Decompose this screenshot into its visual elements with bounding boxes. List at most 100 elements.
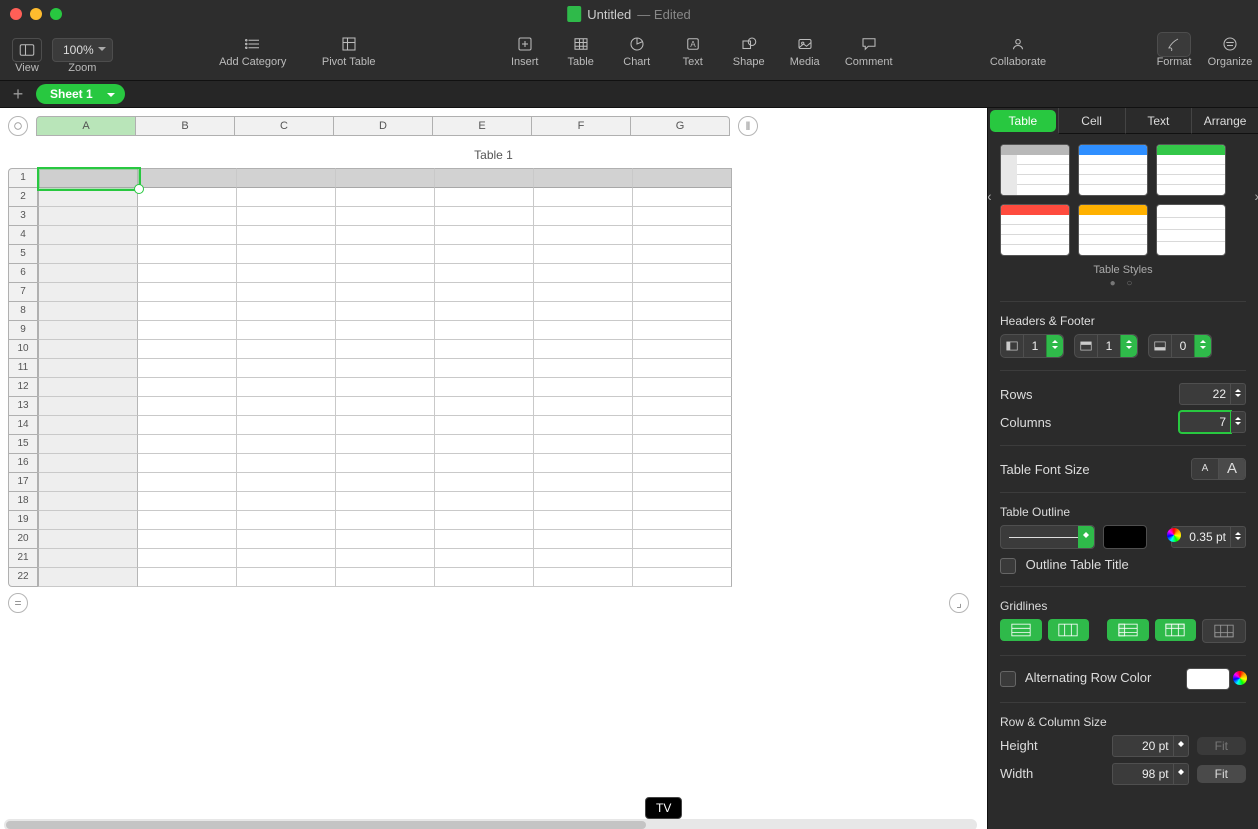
row-height-field[interactable] [1112, 735, 1189, 757]
cell-B15[interactable] [138, 435, 237, 454]
cell-E15[interactable] [435, 435, 534, 454]
resize-table-handle[interactable]: ⌟ [949, 593, 969, 613]
cell-B3[interactable] [138, 207, 237, 226]
row-header-12[interactable]: 12 [8, 377, 38, 396]
inspector-tab-table[interactable]: Table [990, 110, 1056, 132]
media-button[interactable]: Media [777, 32, 833, 68]
window-minimize-button[interactable] [30, 8, 42, 20]
cell-F2[interactable] [534, 188, 633, 207]
cell-A15[interactable] [38, 435, 138, 454]
cell-A7[interactable] [38, 283, 138, 302]
cell-A6[interactable] [38, 264, 138, 283]
cell-G2[interactable] [633, 188, 732, 207]
cell-E2[interactable] [435, 188, 534, 207]
collaborate-button[interactable]: Collaborate [970, 32, 1066, 68]
cell-D9[interactable] [336, 321, 435, 340]
cell-C1[interactable] [237, 168, 336, 188]
outline-color-swatch[interactable] [1103, 525, 1147, 549]
cell-A2[interactable] [38, 188, 138, 207]
cell-G12[interactable] [633, 378, 732, 397]
row-header-19[interactable]: 19 [8, 510, 38, 529]
cell-C15[interactable] [237, 435, 336, 454]
row-header-4[interactable]: 4 [8, 225, 38, 244]
font-size-larger[interactable]: A [1219, 459, 1245, 479]
table-style-gray[interactable] [1000, 144, 1070, 196]
horizontal-scrollbar-thumb[interactable] [6, 821, 646, 829]
cell-E7[interactable] [435, 283, 534, 302]
table-style-blue[interactable] [1078, 144, 1148, 196]
cell-F14[interactable] [534, 416, 633, 435]
cell-D17[interactable] [336, 473, 435, 492]
cell-A17[interactable] [38, 473, 138, 492]
cell-E4[interactable] [435, 226, 534, 245]
cell-G15[interactable] [633, 435, 732, 454]
row-header-10[interactable]: 10 [8, 339, 38, 358]
cell-G18[interactable] [633, 492, 732, 511]
cell-B5[interactable] [138, 245, 237, 264]
inspector-tab-cell[interactable]: Cell [1058, 108, 1125, 134]
cell-B10[interactable] [138, 340, 237, 359]
cell-B21[interactable] [138, 549, 237, 568]
insert-button[interactable]: Insert [497, 32, 553, 68]
cell-B13[interactable] [138, 397, 237, 416]
cell-G17[interactable] [633, 473, 732, 492]
sheet-tab-active[interactable]: Sheet 1 [36, 84, 125, 104]
cell-G10[interactable] [633, 340, 732, 359]
add-sheet-button[interactable]: + [8, 84, 28, 105]
cell-D4[interactable] [336, 226, 435, 245]
cell-C6[interactable] [237, 264, 336, 283]
cell-C8[interactable] [237, 302, 336, 321]
cell-B9[interactable] [138, 321, 237, 340]
cell-F20[interactable] [534, 530, 633, 549]
cell-C11[interactable] [237, 359, 336, 378]
cell-F6[interactable] [534, 264, 633, 283]
row-header-14[interactable]: 14 [8, 415, 38, 434]
cell-D16[interactable] [336, 454, 435, 473]
cell-E18[interactable] [435, 492, 534, 511]
column-header-B[interactable]: B [136, 116, 235, 136]
cell-D7[interactable] [336, 283, 435, 302]
cell-B19[interactable] [138, 511, 237, 530]
add-row-handle[interactable]: = [8, 593, 28, 613]
cell-E1[interactable] [435, 168, 534, 188]
alt-row-color-checkbox[interactable] [1000, 671, 1016, 687]
cell-C2[interactable] [237, 188, 336, 207]
table-style-plain[interactable] [1156, 204, 1226, 256]
cell-G11[interactable] [633, 359, 732, 378]
cell-G22[interactable] [633, 568, 732, 587]
cell-A20[interactable] [38, 530, 138, 549]
cell-B18[interactable] [138, 492, 237, 511]
outline-width-field[interactable] [1171, 526, 1246, 548]
cell-B2[interactable] [138, 188, 237, 207]
cell-A4[interactable] [38, 226, 138, 245]
cell-G6[interactable] [633, 264, 732, 283]
cell-F19[interactable] [534, 511, 633, 530]
row-header-18[interactable]: 18 [8, 491, 38, 510]
cell-D2[interactable] [336, 188, 435, 207]
cell-G16[interactable] [633, 454, 732, 473]
cell-G5[interactable] [633, 245, 732, 264]
table-context-handle[interactable] [8, 116, 28, 136]
cell-F16[interactable] [534, 454, 633, 473]
col-width-field[interactable] [1112, 763, 1189, 785]
format-button[interactable]: Format [1146, 32, 1202, 68]
row-header-9[interactable]: 9 [8, 320, 38, 339]
table-title[interactable]: Table 1 [8, 148, 979, 162]
spreadsheet-canvas[interactable]: ABCDEFG ‖ Table 1 1234567891011121314151… [0, 108, 987, 829]
add-category-button[interactable]: Add Category [205, 32, 301, 68]
cell-D15[interactable] [336, 435, 435, 454]
comment-button[interactable]: Comment [833, 32, 905, 68]
row-header-17[interactable]: 17 [8, 472, 38, 491]
row-header-21[interactable]: 21 [8, 548, 38, 567]
cell-G7[interactable] [633, 283, 732, 302]
cell-G3[interactable] [633, 207, 732, 226]
table-styles-next[interactable]: › [1254, 188, 1258, 204]
cell-D22[interactable] [336, 568, 435, 587]
horizontal-scrollbar-track[interactable] [4, 819, 977, 829]
cell-F10[interactable] [534, 340, 633, 359]
cell-E3[interactable] [435, 207, 534, 226]
cell-C13[interactable] [237, 397, 336, 416]
cell-B22[interactable] [138, 568, 237, 587]
cell-E6[interactable] [435, 264, 534, 283]
row-header-6[interactable]: 6 [8, 263, 38, 282]
